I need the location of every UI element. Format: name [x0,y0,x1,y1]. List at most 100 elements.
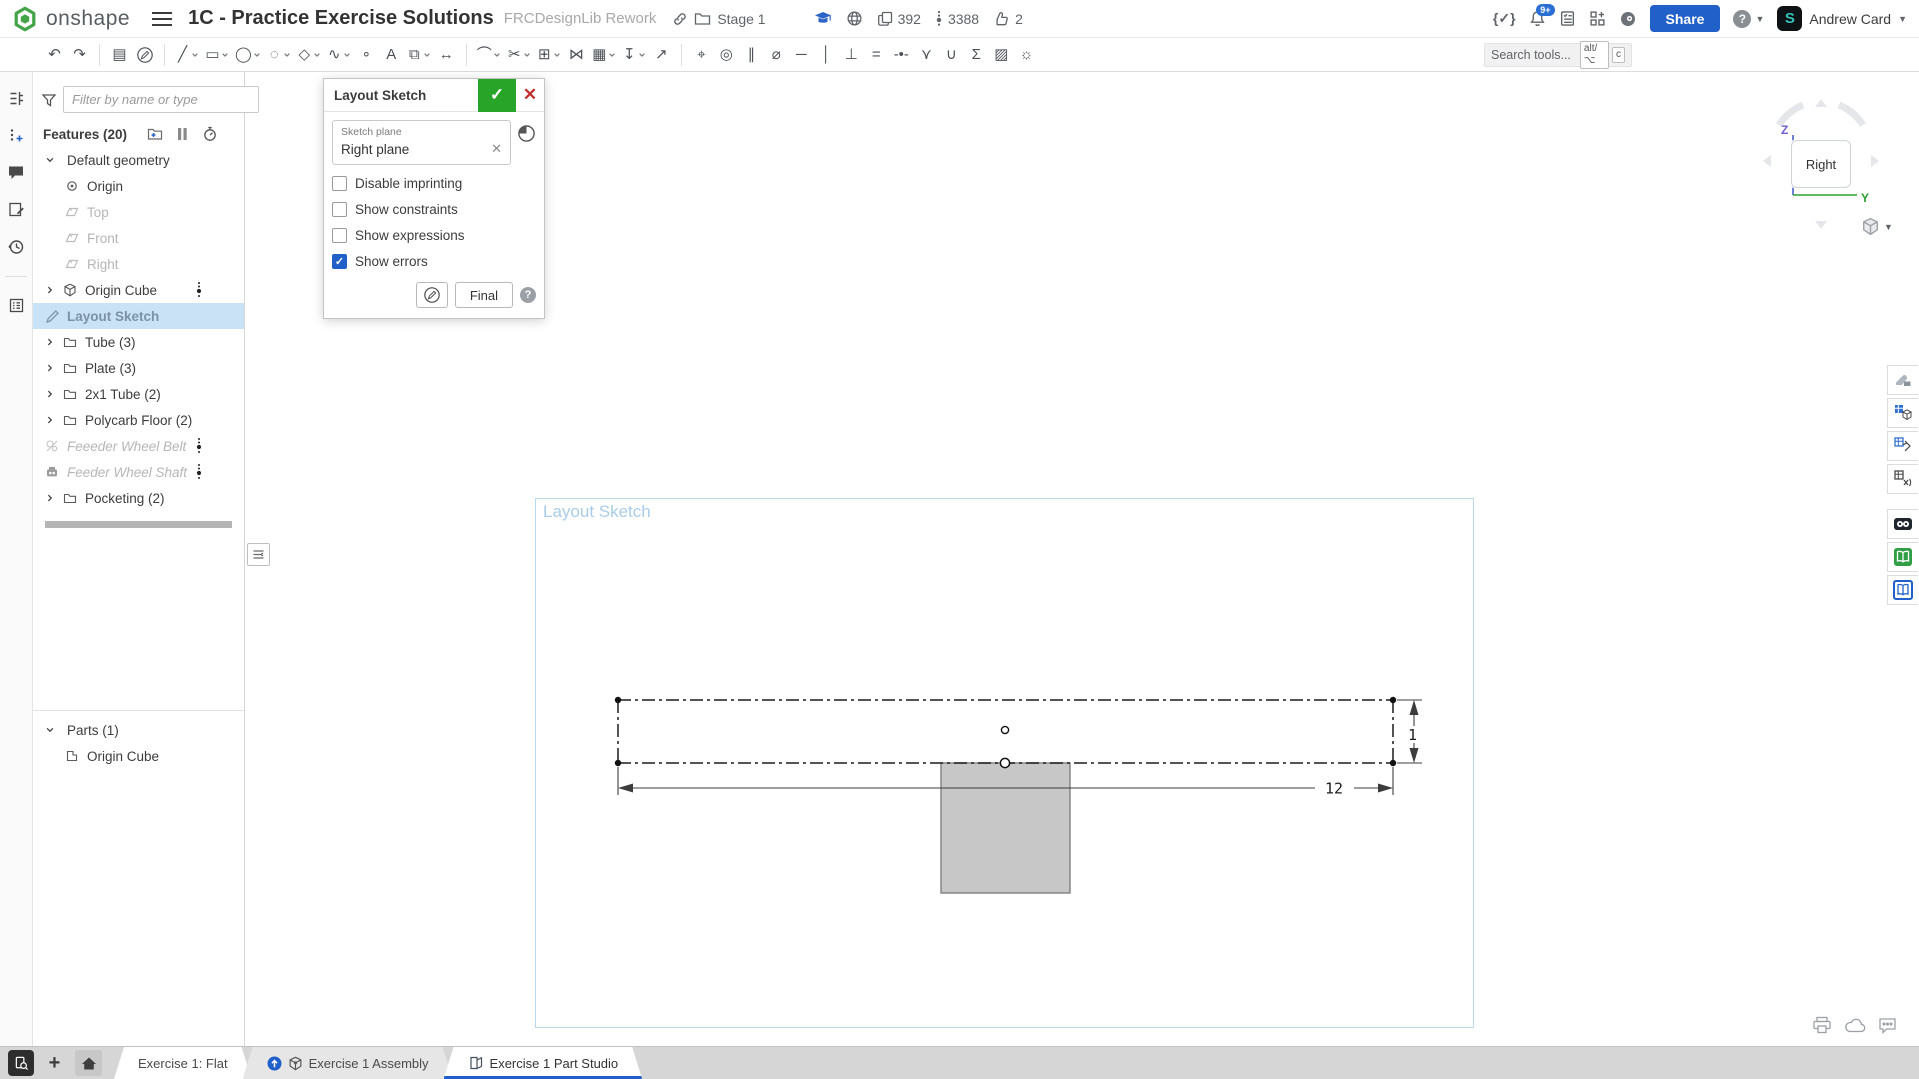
import-tool[interactable]: ↧ [619,41,649,69]
history-icon[interactable] [7,238,25,256]
featurescript-panel-icon[interactable] [1887,509,1918,539]
feature-row[interactable]: Feeder Wheel Shaft [33,459,244,485]
width-dimension-value[interactable]: 12 [1325,780,1343,798]
checkbox-row[interactable]: ✓Show errors [332,254,536,269]
search-tabs-button[interactable] [8,1050,34,1076]
tangent-curve-constraint[interactable]: ∪ [939,41,964,69]
equal-constraint[interactable]: = [864,41,889,69]
mirror-tool[interactable]: ⋈ [564,41,589,69]
sketch-settings-button[interactable] [416,282,448,308]
redo-button[interactable]: ↷ [67,41,92,69]
checkbox-row[interactable]: Show constraints [332,202,536,217]
link-icon[interactable] [672,11,688,27]
dimension-tool[interactable]: ↔ [434,41,459,69]
tab-exercise-1-part-studio[interactable]: Exercise 1 Part Studio [444,1047,643,1079]
coincident-constraint[interactable]: ⌖ [689,41,714,69]
dialog-help-icon[interactable]: ? [520,287,536,303]
help-icon[interactable]: ? [1733,10,1751,28]
tables-panel-icon[interactable] [1887,398,1918,428]
documentation-panel-icon[interactable] [1887,575,1918,605]
checkbox-unchecked-icon[interactable] [332,176,347,191]
vertical-constraint[interactable]: │ [814,41,839,69]
feature-row[interactable]: Origin Cube [33,277,244,303]
chevron-down-icon[interactable] [45,155,63,165]
user-caret-icon[interactable]: ▼ [1898,14,1907,24]
ellipse-tool[interactable]: ◌ [264,41,294,69]
checkbox-row[interactable]: Show expressions [332,228,536,243]
fillet-tool[interactable]: ⌒ [474,41,504,69]
sketch-plane-field[interactable]: Sketch plane Right plane ✕ [332,120,511,165]
checkbox-unchecked-icon[interactable] [332,202,347,217]
model-tree-icon[interactable] [8,90,25,107]
variables-panel-icon[interactable] [1887,431,1918,461]
parts-header-row[interactable]: Parts (1) [33,717,244,743]
checkbox-row[interactable]: Disable imprinting [332,176,536,191]
checkbox-unchecked-icon[interactable] [332,228,347,243]
appearance-panel-icon[interactable] [1887,365,1918,395]
height-dimension-value[interactable]: 1 [1408,726,1417,744]
line-tool[interactable]: ╱ [172,41,202,69]
sketch-tool-button[interactable]: ▤ [107,41,132,69]
chevron-right-icon[interactable] [45,389,63,399]
feedback-head-icon[interactable] [1619,10,1637,28]
feature-row[interactable]: Front [33,225,244,251]
perpendicular-constraint[interactable]: ⊥ [839,41,864,69]
feature-row[interactable]: Top [33,199,244,225]
feature-row[interactable]: Plate (3) [33,355,244,381]
new-tab-button[interactable]: + [41,1050,68,1076]
configurations-panel-icon[interactable] [1887,464,1918,494]
public-globe-icon[interactable] [846,10,863,27]
view-cube-caret-icon[interactable]: ▼ [1884,222,1893,232]
normal-constraint[interactable]: ☼ [1014,41,1039,69]
parallel-constraint[interactable]: ∥ [739,41,764,69]
education-icon[interactable] [814,11,832,26]
datum-point-icon[interactable] [8,127,25,144]
pattern-tool[interactable]: ⊞ [534,41,564,69]
midpoint-constraint[interactable]: -•- [889,41,914,69]
checkbox-checked-icon[interactable]: ✓ [332,254,347,269]
rollback-dots-icon[interactable] [196,437,202,455]
feature-row[interactable]: Origin [33,173,244,199]
likes-stat[interactable]: 2 [993,11,1023,27]
chevron-right-icon[interactable] [45,363,63,373]
confirm-button[interactable]: ✓ [478,79,516,112]
tangent-constraint[interactable]: ⌀ [764,41,789,69]
print-icon[interactable] [1812,1016,1832,1034]
sketch-point[interactable] [1001,726,1008,733]
polygon-tool[interactable]: ◇ [294,41,324,69]
sketch-plane-value[interactable]: Right plane [341,142,491,157]
part-row[interactable]: Origin Cube [33,743,244,769]
concentric-constraint[interactable]: ◎ [714,41,739,69]
tab-exercise-1-flat[interactable]: Exercise 1: Flat [114,1047,252,1079]
learning-panel-icon[interactable] [1887,542,1918,572]
feature-row[interactable]: Default geometry [33,147,244,173]
feature-row[interactable]: Polycarb Floor (2) [33,407,244,433]
nodes-stat[interactable]: 3388 [935,10,979,27]
featurescript-check-icon[interactable]: {✓} [1493,10,1516,27]
copies-stat[interactable]: 392 [877,11,921,27]
cloud-icon[interactable] [1844,1017,1866,1033]
rectangle-tool[interactable]: ▭ [202,41,232,69]
clear-selection-icon[interactable]: ✕ [491,141,502,157]
grid-pattern-tool[interactable]: ▦ [589,41,619,69]
tab-exercise-1-assembly[interactable]: Exercise 1 Assembly [243,1047,453,1079]
view-cube[interactable]: Z Y Right ▼ [1757,95,1917,245]
custom-tables-icon[interactable] [8,297,25,314]
tasks-icon[interactable] [1559,10,1576,27]
help-caret-icon[interactable]: ▼ [1755,14,1764,24]
workspace-breadcrumb[interactable]: Stage 1 [717,11,765,27]
feature-row[interactable]: 2x1 Tube (2) [33,381,244,407]
undo-button[interactable]: ↶ [42,41,67,69]
fix-constraint[interactable]: ▨ [989,41,1014,69]
rebuild-time-icon[interactable] [202,126,218,142]
rollback-dots-icon[interactable] [196,281,202,299]
measure-tool[interactable]: ↗ [649,41,674,69]
pattern-constraint[interactable]: Σ [964,41,989,69]
inspect-sketch-button[interactable] [132,41,157,69]
pause-features-icon[interactable] [177,127,188,141]
share-button[interactable]: Share [1650,5,1721,32]
final-button[interactable]: Final [455,282,513,308]
feature-row[interactable]: Tube (3) [33,329,244,355]
feature-row-selected[interactable]: Layout Sketch [33,303,244,329]
feature-row[interactable]: Right [33,251,244,277]
